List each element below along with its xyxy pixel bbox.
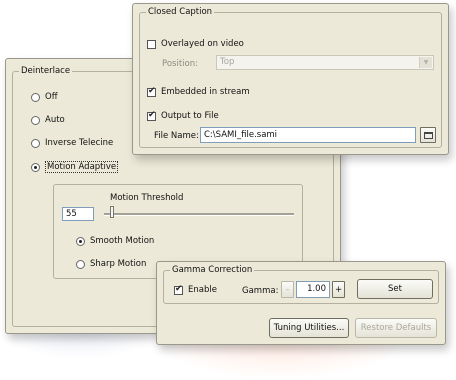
gamma-value-input[interactable]: 1.00 bbox=[296, 281, 330, 298]
deinterlace-title: Deinterlace bbox=[19, 66, 73, 76]
motion-threshold-label: Motion Threshold bbox=[110, 193, 184, 203]
motion-threshold-slider-track[interactable] bbox=[104, 213, 294, 216]
motion-threshold-value[interactable]: 55 bbox=[62, 207, 94, 221]
gamma-correction-title: Gamma Correction bbox=[170, 265, 255, 275]
browse-file-icon bbox=[423, 131, 433, 139]
overlayed-label: Overlayed on video bbox=[161, 39, 244, 49]
radio-smooth-motion-indicator[interactable] bbox=[76, 236, 85, 246]
overlayed-checkbox-box[interactable] bbox=[147, 39, 156, 49]
gamma-increment-button[interactable]: + bbox=[332, 281, 345, 298]
radio-auto-indicator[interactable] bbox=[31, 115, 40, 125]
position-select[interactable]: Top ▼ bbox=[216, 55, 434, 70]
gamma-correction-panel: Gamma Correction Enable Gamma: - 1.00 + … bbox=[156, 261, 446, 345]
radio-motion-adaptive-indicator[interactable] bbox=[31, 162, 40, 172]
embedded-checkbox-box[interactable] bbox=[147, 86, 156, 97]
gamma-enable-checkbox[interactable]: Enable bbox=[174, 284, 217, 295]
radio-inverse-telecine[interactable]: Inverse Telecine bbox=[31, 138, 113, 148]
radio-auto-label: Auto bbox=[45, 115, 65, 125]
restore-defaults-button[interactable]: Restore Defaults bbox=[355, 318, 437, 338]
radio-off[interactable]: Off bbox=[31, 92, 58, 102]
closed-caption-panel: Closed Caption Overlayed on video Positi… bbox=[132, 3, 449, 155]
file-name-input[interactable]: C:\SAMI_file.sami bbox=[200, 127, 416, 143]
radio-motion-adaptive-label: Motion Adaptive bbox=[45, 161, 119, 173]
closed-caption-group: Closed Caption Overlayed on video Positi… bbox=[139, 7, 442, 148]
overlayed-checkbox[interactable]: Overlayed on video bbox=[147, 39, 244, 49]
gamma-enable-checkbox-box[interactable] bbox=[174, 284, 183, 295]
radio-auto[interactable]: Auto bbox=[31, 115, 65, 125]
browse-button[interactable] bbox=[420, 127, 436, 143]
output-file-checkbox[interactable]: Output to File bbox=[147, 110, 219, 121]
gamma-enable-label: Enable bbox=[188, 285, 217, 295]
tuning-utilities-button[interactable]: Tuning Utilities... bbox=[269, 318, 349, 338]
embedded-checkbox[interactable]: Embedded in stream bbox=[147, 86, 250, 97]
embedded-label: Embedded in stream bbox=[161, 87, 250, 97]
radio-off-indicator[interactable] bbox=[31, 92, 40, 102]
output-file-label: Output to File bbox=[161, 111, 219, 121]
gamma-label: Gamma: bbox=[242, 286, 279, 296]
radio-sharp-motion-label: Sharp Motion bbox=[90, 259, 147, 269]
radio-inverse-telecine-label: Inverse Telecine bbox=[45, 138, 114, 148]
radio-inverse-telecine-indicator[interactable] bbox=[31, 138, 40, 148]
radio-smooth-motion[interactable]: Smooth Motion bbox=[76, 236, 154, 246]
radio-motion-adaptive[interactable]: Motion Adaptive bbox=[31, 161, 119, 173]
chevron-down-icon[interactable]: ▼ bbox=[419, 57, 432, 68]
closed-caption-title: Closed Caption bbox=[146, 7, 215, 17]
gamma-decrement-button[interactable]: - bbox=[281, 281, 294, 298]
position-select-value: Top bbox=[220, 57, 235, 67]
gamma-correction-group: Gamma Correction Enable Gamma: - 1.00 + … bbox=[163, 265, 439, 304]
output-file-checkbox-box[interactable] bbox=[147, 110, 156, 121]
gamma-set-button[interactable]: Set bbox=[357, 279, 433, 299]
file-name-label: File Name: bbox=[154, 131, 199, 141]
motion-threshold-slider-thumb[interactable] bbox=[110, 206, 114, 218]
radio-sharp-motion[interactable]: Sharp Motion bbox=[76, 259, 146, 269]
position-label: Position: bbox=[162, 59, 198, 69]
radio-sharp-motion-indicator[interactable] bbox=[76, 259, 85, 269]
radio-smooth-motion-label: Smooth Motion bbox=[90, 236, 155, 246]
radio-off-label: Off bbox=[45, 92, 58, 102]
